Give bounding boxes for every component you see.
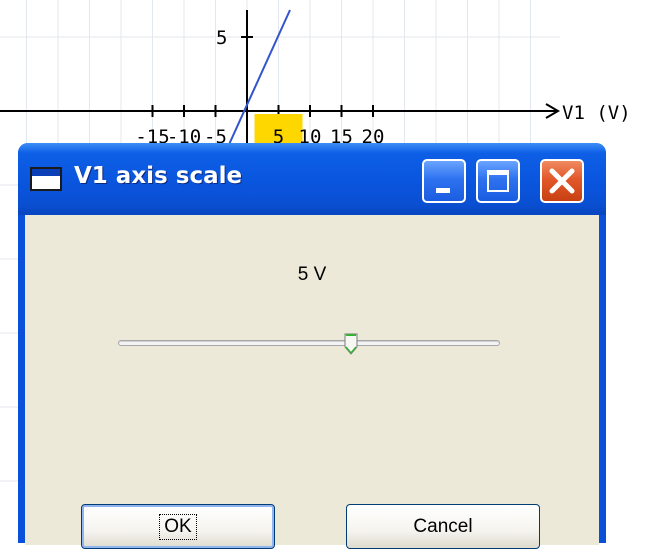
dialog-titlebar[interactable]: V1 axis scale bbox=[18, 143, 606, 215]
window-icon bbox=[30, 167, 62, 191]
value-label: 5 V bbox=[297, 264, 327, 285]
scale-slider-thumb[interactable] bbox=[344, 333, 358, 355]
close-icon bbox=[549, 168, 575, 194]
y-tick-label: 5 bbox=[216, 27, 227, 49]
dialog-title: V1 axis scale bbox=[74, 163, 243, 189]
minimize-icon bbox=[436, 188, 450, 193]
close-button[interactable] bbox=[540, 159, 584, 203]
maximize-button[interactable] bbox=[476, 159, 520, 203]
cancel-button[interactable]: Cancel bbox=[346, 504, 540, 549]
cancel-button-label: Cancel bbox=[413, 515, 473, 537]
dialog-body: 5 V OK Cancel bbox=[25, 215, 599, 549]
axis-scale-dialog: V1 axis scale 5 V OK Cancel bbox=[18, 143, 606, 549]
minimize-button[interactable] bbox=[422, 159, 466, 203]
ok-button[interactable]: OK bbox=[81, 504, 275, 549]
scale-slider-track[interactable] bbox=[118, 340, 500, 346]
maximize-icon bbox=[487, 170, 509, 192]
ok-button-label: OK bbox=[159, 513, 197, 540]
x-axis-title: V1 (V) bbox=[562, 102, 631, 124]
